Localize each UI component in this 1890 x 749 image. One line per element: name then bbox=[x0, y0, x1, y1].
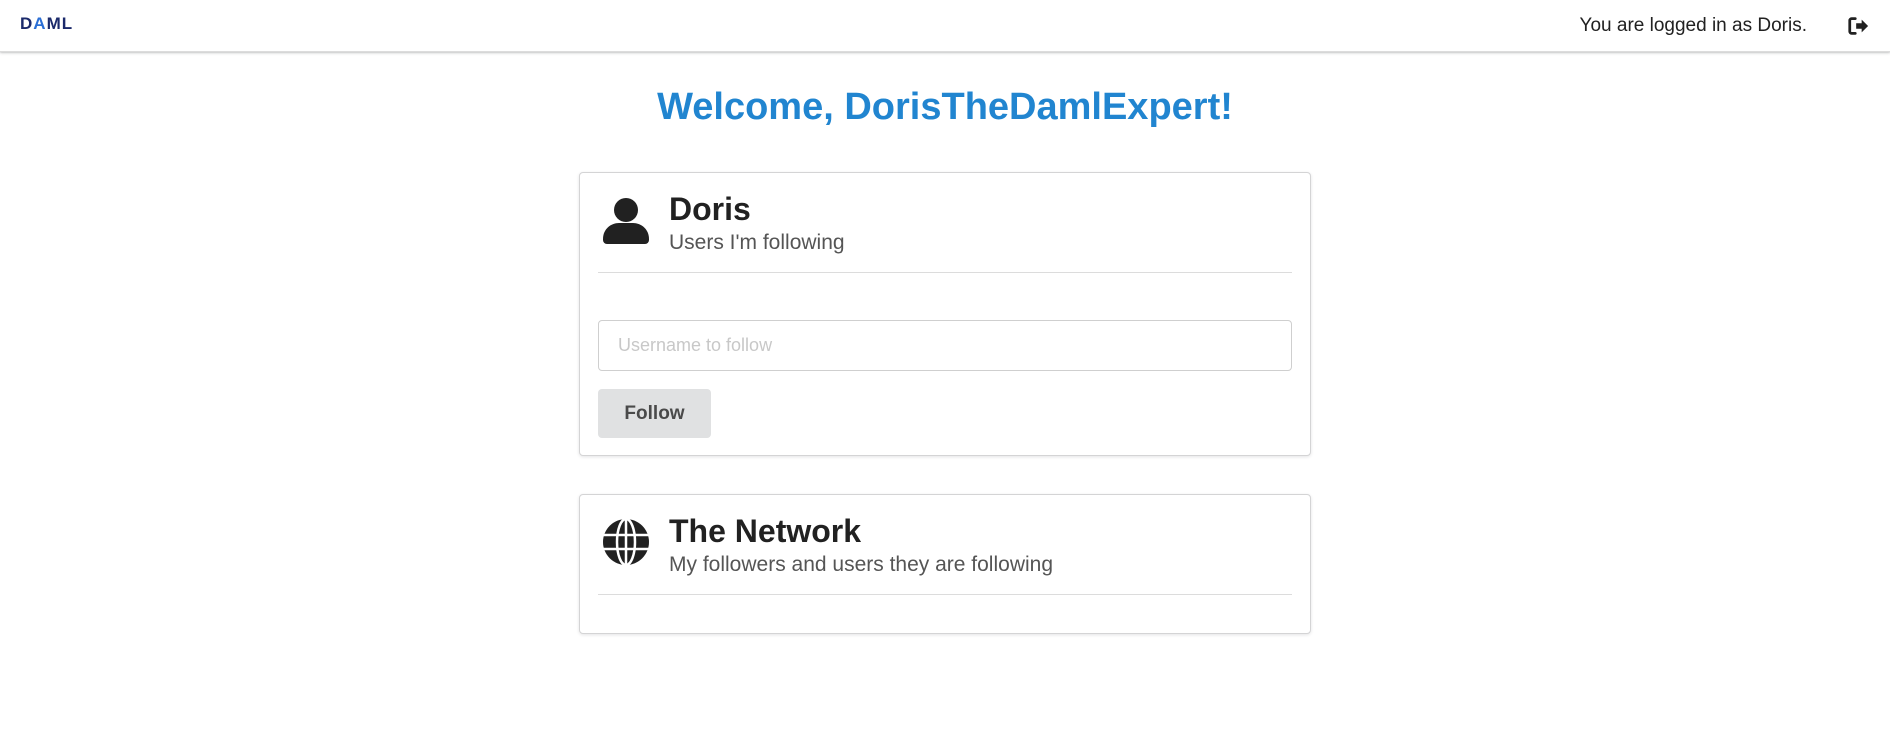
sign-out-icon[interactable] bbox=[1847, 15, 1869, 37]
follow-button[interactable]: Follow bbox=[598, 389, 711, 438]
network-card: The Network My followers and users they … bbox=[579, 494, 1311, 634]
daml-logo: DAML bbox=[20, 14, 74, 33]
divider bbox=[598, 594, 1292, 595]
following-subtitle: Users I'm following bbox=[669, 231, 845, 254]
user-icon bbox=[603, 198, 649, 244]
network-card-header: The Network My followers and users they … bbox=[598, 511, 1292, 591]
username-to-follow-input[interactable] bbox=[598, 320, 1292, 371]
following-card-header: Doris Users I'm following bbox=[598, 189, 1292, 269]
logged-in-text: You are logged in as Doris. bbox=[1579, 15, 1807, 36]
welcome-heading: Welcome, DorisTheDamlExpert! bbox=[657, 86, 1233, 128]
network-subtitle: My followers and users they are followin… bbox=[669, 553, 1054, 576]
user-name-title: Doris bbox=[669, 191, 751, 227]
top-menu-bar: DAML You are logged in as Doris. bbox=[0, 0, 1890, 52]
globe-icon bbox=[603, 517, 649, 567]
network-title: The Network bbox=[669, 513, 862, 549]
divider bbox=[598, 272, 1292, 273]
following-card: Doris Users I'm following Follow bbox=[579, 172, 1311, 456]
